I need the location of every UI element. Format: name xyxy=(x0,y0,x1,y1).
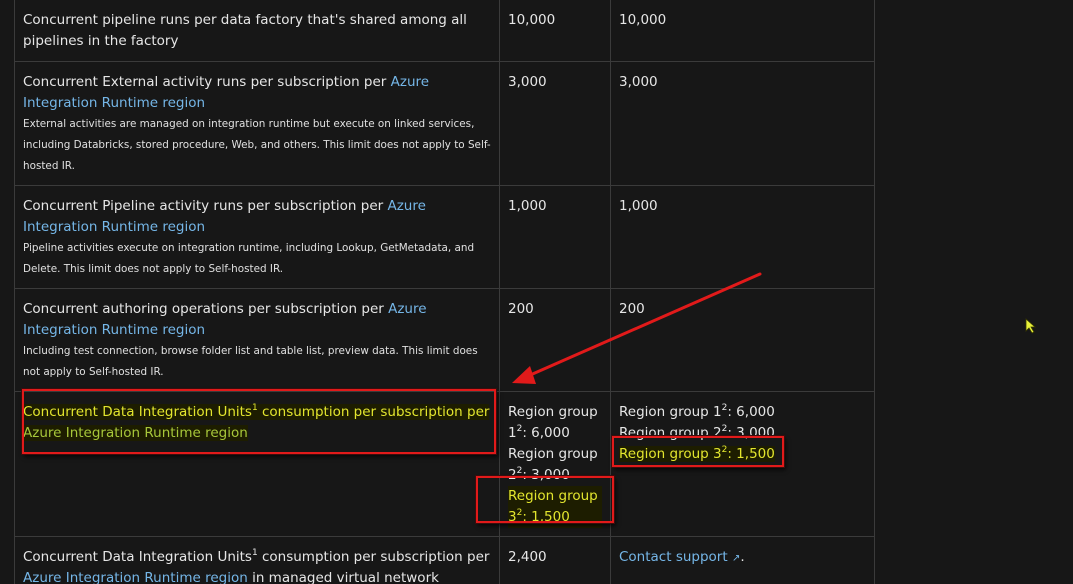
default-limit-cell: 1,000 xyxy=(499,185,611,289)
resource-text-mid: consumption per subscription per xyxy=(257,404,490,420)
default-region-group-2: Region group 22: 3,000 xyxy=(508,446,598,483)
table-row: Concurrent Pipeline activity runs per su… xyxy=(14,185,875,289)
maximum-limit-cell: 3,000 xyxy=(610,61,875,186)
resource-note: Including test connection, browse folder… xyxy=(23,345,478,378)
resource-text-mid: consumption per subscription per xyxy=(257,549,490,565)
default-region-group-3: Region group 32: 1,500 xyxy=(508,486,602,528)
resource-cell: Concurrent Data Integration Units1 consu… xyxy=(14,536,500,584)
default-limit-cell: Region group 12: 6,000 Region group 22: … xyxy=(499,391,611,537)
maximum-limit: 1,000 xyxy=(619,198,658,214)
default-region-group-1: Region group 12: 6,000 xyxy=(508,404,598,441)
default-limit: 200 xyxy=(508,301,534,317)
resource-cell: Concurrent External activity runs per su… xyxy=(14,61,500,186)
period: . xyxy=(740,549,745,565)
maximum-limit-cell: 10,000 xyxy=(610,0,875,62)
maximum-limit-cell: Region group 12: 6,000 Region group 22: … xyxy=(610,391,875,537)
resource-text: Concurrent authoring operations per subs… xyxy=(23,301,389,317)
resource-text-suffix: in managed virtual network xyxy=(247,570,439,584)
maximum-limit-cell: 1,000 xyxy=(610,185,875,289)
resource-cell: Concurrent authoring operations per subs… xyxy=(14,288,500,392)
resource-text: Concurrent External activity runs per su… xyxy=(23,74,391,90)
maximum-limit-cell: 200 xyxy=(610,288,875,392)
resource-note: Pipeline activities execute on integrati… xyxy=(23,242,475,275)
default-limit: 2,400 xyxy=(508,549,547,565)
table-row: Concurrent External activity runs per su… xyxy=(14,61,875,186)
page: { "rows": [ { "resource": "Concurrent pi… xyxy=(0,0,1073,584)
default-limit: 3,000 xyxy=(508,74,547,90)
highlighted-resource: Concurrent Data Integration Units1 consu… xyxy=(23,404,490,441)
max-region-group-3: Region group 32: 1,500 xyxy=(619,445,775,462)
default-limit-cell: 10,000 xyxy=(499,0,611,62)
resource-note: External activities are managed on integ… xyxy=(23,118,491,172)
resource-cell: Concurrent pipeline runs per data factor… xyxy=(14,0,500,62)
resource-text: Concurrent pipeline runs per data factor… xyxy=(23,12,467,49)
resource-cell: Concurrent Data Integration Units1 consu… xyxy=(14,391,500,537)
resource-text: Concurrent Data Integration Units xyxy=(23,549,252,565)
default-limit-cell: 200 xyxy=(499,288,611,392)
resource-cell: Concurrent Pipeline activity runs per su… xyxy=(14,185,500,289)
contact-support-link[interactable]: Contact support ↗ xyxy=(619,549,740,565)
default-limit: 10,000 xyxy=(508,12,556,28)
mouse-cursor-icon xyxy=(1025,318,1037,334)
limits-table: Concurrent pipeline runs per data factor… xyxy=(14,0,875,584)
table-row: Concurrent Data Integration Units1 consu… xyxy=(14,391,875,537)
maximum-limit-cell: Contact support ↗. xyxy=(610,536,875,584)
table-row: Concurrent Data Integration Units1 consu… xyxy=(14,536,875,584)
default-limit: 1,000 xyxy=(508,198,547,214)
table-row: Concurrent authoring operations per subs… xyxy=(14,288,875,392)
table-row: Concurrent pipeline runs per data factor… xyxy=(14,0,875,62)
max-region-group-1: Region group 12: 6,000 xyxy=(619,403,775,421)
resource-text: Concurrent Data Integration Units xyxy=(23,404,252,420)
maximum-limit: 10,000 xyxy=(619,12,667,28)
azure-ir-region-link[interactable]: Azure Integration Runtime region xyxy=(23,425,248,441)
default-limit-cell: 2,400 xyxy=(499,536,611,584)
azure-ir-region-link[interactable]: Azure Integration Runtime region xyxy=(23,570,248,584)
resource-text: Concurrent Pipeline activity runs per su… xyxy=(23,198,388,214)
maximum-limit: 3,000 xyxy=(619,74,658,90)
max-region-group-2: Region group 22: 3,000 xyxy=(619,424,775,442)
maximum-limit: 200 xyxy=(619,301,645,317)
default-limit-cell: 3,000 xyxy=(499,61,611,186)
